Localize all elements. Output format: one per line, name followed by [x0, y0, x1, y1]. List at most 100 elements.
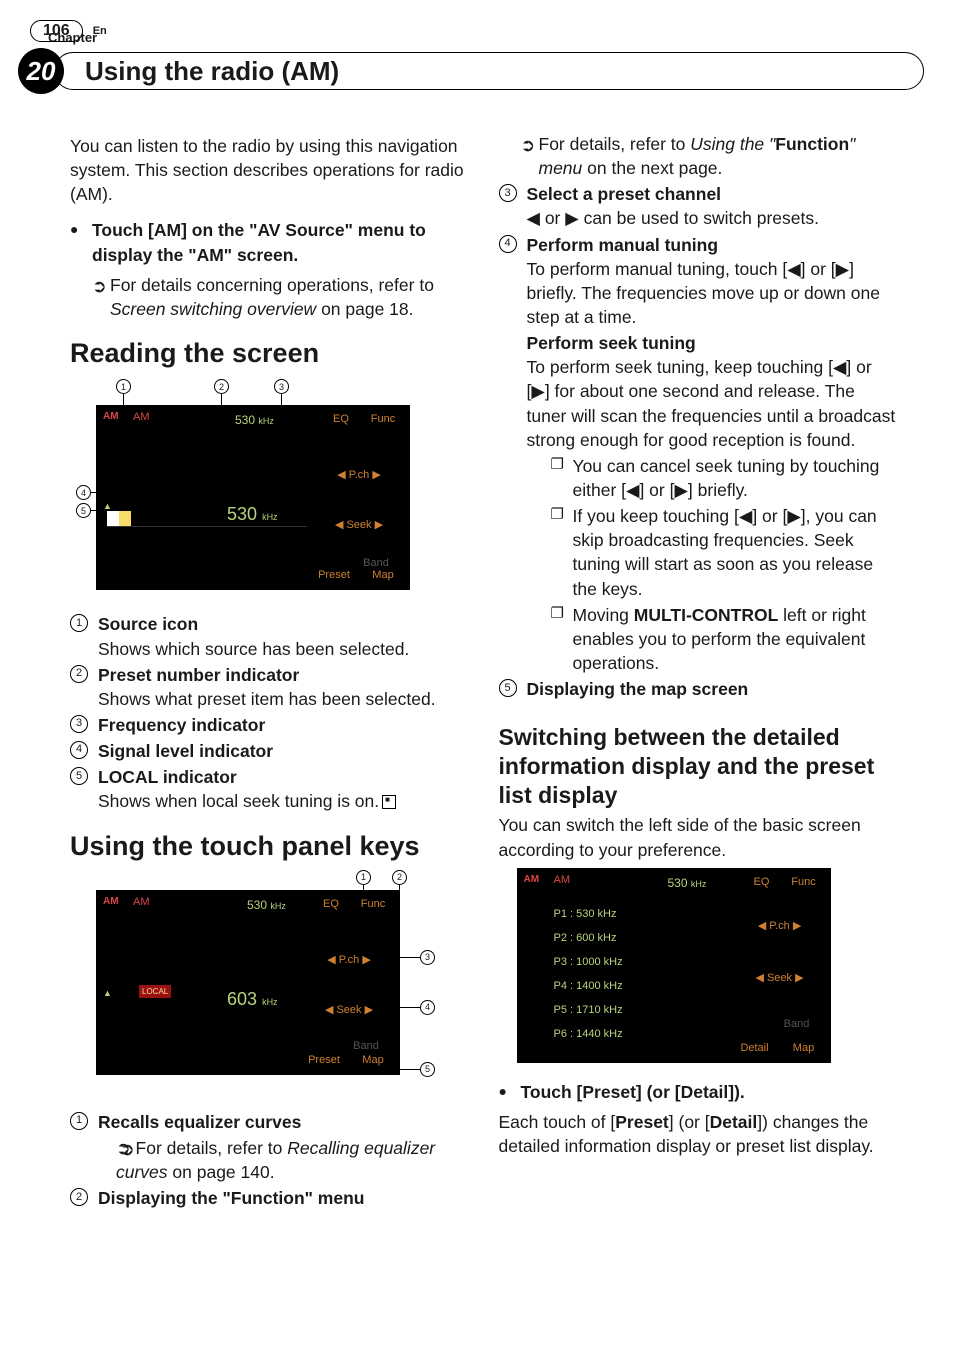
section-end-icon: [382, 795, 396, 809]
local-chip: LOCAL: [139, 985, 171, 998]
item-source-icon: 1 Source icon Shows which source has bee…: [70, 612, 471, 660]
signal-icon: ▲: [103, 987, 112, 999]
freq-top: 530 kHz: [235, 412, 274, 429]
pch-button[interactable]: ◀ P.ch ▶: [738, 919, 822, 934]
touch-item-function-menu: 2 Displaying the "Function" menu: [70, 1186, 471, 1210]
source-icon: AM: [103, 410, 119, 424]
preset-row[interactable]: P5 : 1710 kHz: [554, 1003, 623, 1018]
preset-row[interactable]: P2 : 600 kHz: [554, 931, 617, 946]
item-title: Frequency indicator: [98, 715, 265, 735]
screenshot-reading-wrapper: 1 2 3 4 5 AM AM 530 kHz EQ Func ◀ P.ch ▶: [80, 377, 410, 602]
pch-button[interactable]: ◀ P.ch ▶: [307, 953, 391, 968]
item-title: Perform manual tuning: [527, 235, 719, 255]
item-preset-indicator: 2 Preset number indicator Shows what pre…: [70, 663, 471, 711]
xref-text: For details, refer to: [539, 134, 691, 154]
func-button[interactable]: Func: [355, 897, 391, 912]
item-title: Select a preset channel: [527, 184, 722, 204]
callout-line: [400, 1007, 420, 1008]
item-display-map: 5 Displaying the map screen: [499, 677, 900, 701]
num-3-icon: 3: [499, 184, 517, 202]
eq-button[interactable]: EQ: [744, 875, 780, 890]
seek-title: Perform seek tuning: [527, 331, 900, 355]
callout-2: 2: [214, 379, 229, 394]
xref-bold: Function: [775, 134, 849, 154]
xref-ital: menu: [539, 158, 583, 178]
xref-tail: on page 18.: [316, 299, 413, 319]
num-5-icon: 5: [499, 679, 517, 697]
map-button[interactable]: Map: [365, 568, 401, 583]
preset-row[interactable]: P4 : 1400 kHz: [554, 979, 623, 994]
preset-row[interactable]: P3 : 1000 kHz: [554, 955, 623, 970]
xref-arrow-icon: ➲: [116, 1138, 136, 1158]
map-button[interactable]: Map: [355, 1053, 391, 1068]
page-number: 106: [30, 20, 83, 42]
chapter-title: Using the radio (AM): [85, 56, 339, 87]
item-title: Displaying the map screen: [527, 679, 749, 699]
map-button[interactable]: Map: [786, 1041, 822, 1056]
big-frequency: 530 kHz: [227, 502, 278, 527]
item-title: Recalls equalizer curves: [98, 1112, 301, 1132]
callout-1: 1: [116, 379, 131, 394]
item-title: Source icon: [98, 614, 198, 634]
source-icon: AM: [103, 895, 119, 909]
callout-4: 4: [420, 1000, 435, 1015]
preset-row[interactable]: P1 : 530 kHz: [554, 907, 617, 922]
xref-tail: on the next page.: [582, 158, 722, 178]
preset-button[interactable]: Preset: [313, 568, 355, 583]
switching-desc: You can switch the left side of the basi…: [499, 813, 900, 861]
language-label: En: [93, 25, 107, 37]
func-button[interactable]: Func: [786, 875, 822, 890]
xref-quote: ": [849, 134, 855, 154]
screenshot-touch-wrapper: 1 2 3 4 5 AM AM 530 kHz EQ Func ◀ P.ch ▶: [80, 870, 450, 1100]
xref-tail: on page 140.: [168, 1162, 275, 1182]
seek-button[interactable]: ◀ Seek ▶: [317, 518, 401, 533]
num-2-icon: 2: [70, 1188, 88, 1206]
item-title: LOCAL indicator: [98, 767, 237, 787]
intro-paragraph: You can listen to the radio by using thi…: [70, 134, 471, 206]
signal-icon: ▲: [103, 500, 112, 512]
eq-button[interactable]: EQ: [313, 897, 349, 912]
detail-button[interactable]: Detail: [734, 1041, 776, 1056]
seek-button[interactable]: ◀ Seek ▶: [307, 1003, 391, 1018]
chapter-title-pill: Using the radio (AM): [54, 52, 924, 90]
step-touch-am: Touch [AM] on the "AV Source" menu to di…: [70, 218, 471, 266]
item-signal-indicator: 4 Signal level indicator: [70, 739, 471, 763]
num-1-icon: 1: [70, 614, 88, 632]
func-button[interactable]: Func: [365, 412, 401, 427]
big-frequency: 603 kHz: [227, 987, 278, 1012]
right-column: For details, refer to Using the "Functio…: [499, 130, 900, 1212]
band-button[interactable]: Band: [772, 1017, 822, 1032]
callout-3: 3: [420, 950, 435, 965]
preset-button[interactable]: Preset: [303, 1053, 345, 1068]
step-touch-preset-desc: Each touch of [Preset] (or [Detail]) cha…: [499, 1110, 900, 1158]
freq-top: 530 kHz: [668, 875, 707, 892]
preset-row[interactable]: P6 : 1440 kHz: [554, 1027, 623, 1042]
callout-5: 5: [76, 503, 91, 518]
step-touch-preset: Touch [Preset] (or [Detail]).: [499, 1080, 900, 1104]
heading-switching: Switching between the detailed informati…: [499, 723, 900, 809]
num-3-icon: 3: [70, 715, 88, 733]
heading-reading-screen: Reading the screen: [70, 337, 471, 369]
am-label: AM: [133, 410, 150, 425]
item-title: Signal level indicator: [98, 741, 273, 761]
note-cancel-seek: You can cancel seek tuning by touching e…: [527, 454, 900, 502]
screenshot-touch: AM AM 530 kHz EQ Func ◀ P.ch ▶ ▲ LOCAL 6…: [96, 890, 400, 1075]
callout-4: 4: [76, 485, 91, 500]
num-4-icon: 4: [70, 741, 88, 759]
callout-3: 3: [274, 379, 289, 394]
pch-button[interactable]: ◀ P.ch ▶: [317, 468, 401, 483]
num-5-icon: 5: [70, 767, 88, 785]
item-title: Preset number indicator: [98, 665, 299, 685]
num-4-icon: 4: [499, 235, 517, 253]
source-icon: AM: [524, 873, 540, 887]
seek-button[interactable]: ◀ Seek ▶: [738, 971, 822, 986]
item-title: Displaying the "Function" menu: [98, 1188, 364, 1208]
eq-button[interactable]: EQ: [323, 412, 359, 427]
xref-equalizer: ➲ For details, refer to Recalling equali…: [98, 1136, 471, 1184]
item-desc: ◀ or ▶ can be used to switch presets.: [527, 206, 900, 230]
am-label: AM: [554, 873, 571, 888]
num-2-icon: 2: [70, 665, 88, 683]
touch-item-eq: 1 Recalls equalizer curves ➲ For details…: [70, 1110, 471, 1184]
item-desc: To perform manual tuning, touch [◀] or […: [527, 257, 900, 329]
item-local-indicator: 5 LOCAL indicator Shows when local seek …: [70, 765, 471, 813]
